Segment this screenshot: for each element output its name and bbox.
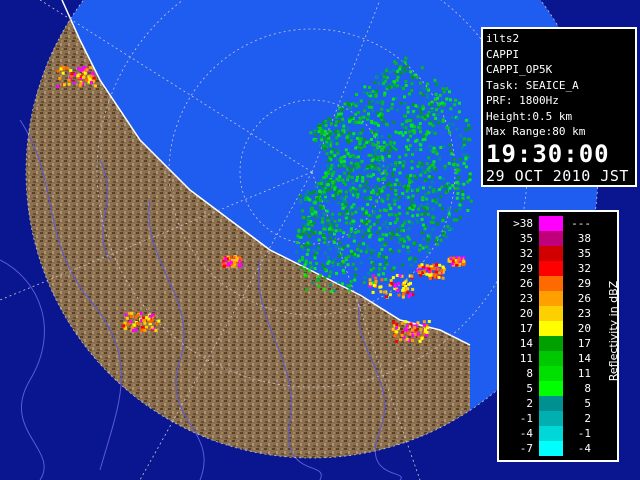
legend-low-value: 29 [519, 262, 533, 275]
legend-high-value: -1 [577, 427, 591, 440]
legend-row: 35 38 [507, 231, 605, 246]
legend-swatch [539, 351, 563, 366]
legend-title: Reflectivity in dBZ [607, 280, 620, 382]
reflectivity-legend: >38 --- 35 38 32 35 29 32 26 29 23 26 20 23 17 20 14 17 11… [497, 210, 620, 462]
legend-swatch [539, 276, 563, 291]
legend-row: 23 26 [507, 291, 605, 306]
legend-row: -1 2 [507, 411, 605, 426]
legend-high-value: -4 [577, 442, 591, 455]
legend-row: 14 17 [507, 336, 605, 351]
legend-swatch [539, 366, 563, 381]
legend-row: 20 23 [507, 306, 605, 321]
legend-high-value: 2 [584, 412, 591, 425]
legend-high-value: 35 [577, 247, 591, 260]
legend-high-value: 14 [577, 352, 591, 365]
legend-row: 25 [507, 396, 605, 411]
prf-value: PRF: 1800Hz [486, 94, 559, 107]
radar-name: ilts2 [486, 32, 520, 45]
legend-swatch [539, 381, 563, 396]
legend-swatch [539, 321, 563, 336]
legend-low-value: 26 [519, 277, 533, 290]
legend-low-value: 2 [526, 397, 533, 410]
legend-row: 32 35 [507, 246, 605, 261]
legend-swatch [539, 396, 563, 411]
legend-high-value: 17 [577, 337, 591, 350]
observation-date: 29 OCT 2010 JST [486, 166, 629, 185]
legend-high-value: 8 [584, 382, 591, 395]
legend-low-value: 5 [526, 382, 533, 395]
legend-low-value: 11 [519, 352, 533, 365]
legend-swatch [539, 426, 563, 441]
legend-high-value: 32 [577, 262, 591, 275]
legend-swatch [539, 216, 563, 231]
legend-swatch [539, 441, 563, 456]
legend-high-value: 20 [577, 322, 591, 335]
info-panel: ilts2 CAPPI CAPPI_OP5K Task: SEAICE_A PR… [481, 27, 637, 187]
legend-row: >38 --- [507, 216, 605, 231]
task-name: Task: SEAICE_A [486, 78, 579, 92]
legend-row: 8 11 [507, 366, 605, 381]
legend-swatch [539, 246, 563, 261]
legend-row: -7 -4 [507, 441, 605, 456]
legend-low-value: 17 [519, 322, 533, 335]
legend-row: 17 20 [507, 321, 605, 336]
legend-row: 29 32 [507, 261, 605, 276]
legend-low-value: 14 [519, 337, 533, 350]
height-value: Height:0.5 km [486, 109, 573, 123]
legend-low-value: -7 [519, 442, 533, 455]
legend-row: -4 -1 [507, 426, 605, 441]
legend-high-value: 26 [577, 292, 591, 305]
legend-row: 26 29 [507, 276, 605, 291]
legend-high-value: 5 [584, 397, 591, 410]
legend-swatch [539, 411, 563, 426]
legend-swatch [539, 261, 563, 276]
legend-low-value: 35 [519, 232, 533, 245]
legend-swatch [539, 231, 563, 246]
legend-high-value: 11 [577, 367, 591, 380]
legend-low-value: 23 [519, 292, 533, 305]
legend-high-value: 23 [577, 307, 591, 320]
product-name: CAPPI_OP5K [486, 63, 553, 76]
legend-high-value: 29 [577, 277, 591, 290]
legend-swatch [539, 306, 563, 321]
legend-low-value: >38 [513, 217, 533, 230]
product-type: CAPPI [486, 47, 520, 61]
legend-swatch [539, 336, 563, 351]
legend-swatch [539, 291, 563, 306]
legend-low-value: -1 [519, 412, 533, 425]
legend-low-value: 20 [519, 307, 533, 320]
legend-row: 58 [507, 381, 605, 396]
max-range: Max Range:80 km [486, 125, 586, 138]
legend-low-value: 32 [519, 247, 533, 260]
legend-low-value: -4 [519, 427, 533, 440]
legend-high-value: --- [571, 217, 591, 230]
legend-row: 11 14 [507, 351, 605, 366]
legend-high-value: 38 [577, 232, 591, 245]
legend-low-value: 8 [526, 367, 533, 380]
observation-time: 19:30:00 [486, 139, 610, 168]
